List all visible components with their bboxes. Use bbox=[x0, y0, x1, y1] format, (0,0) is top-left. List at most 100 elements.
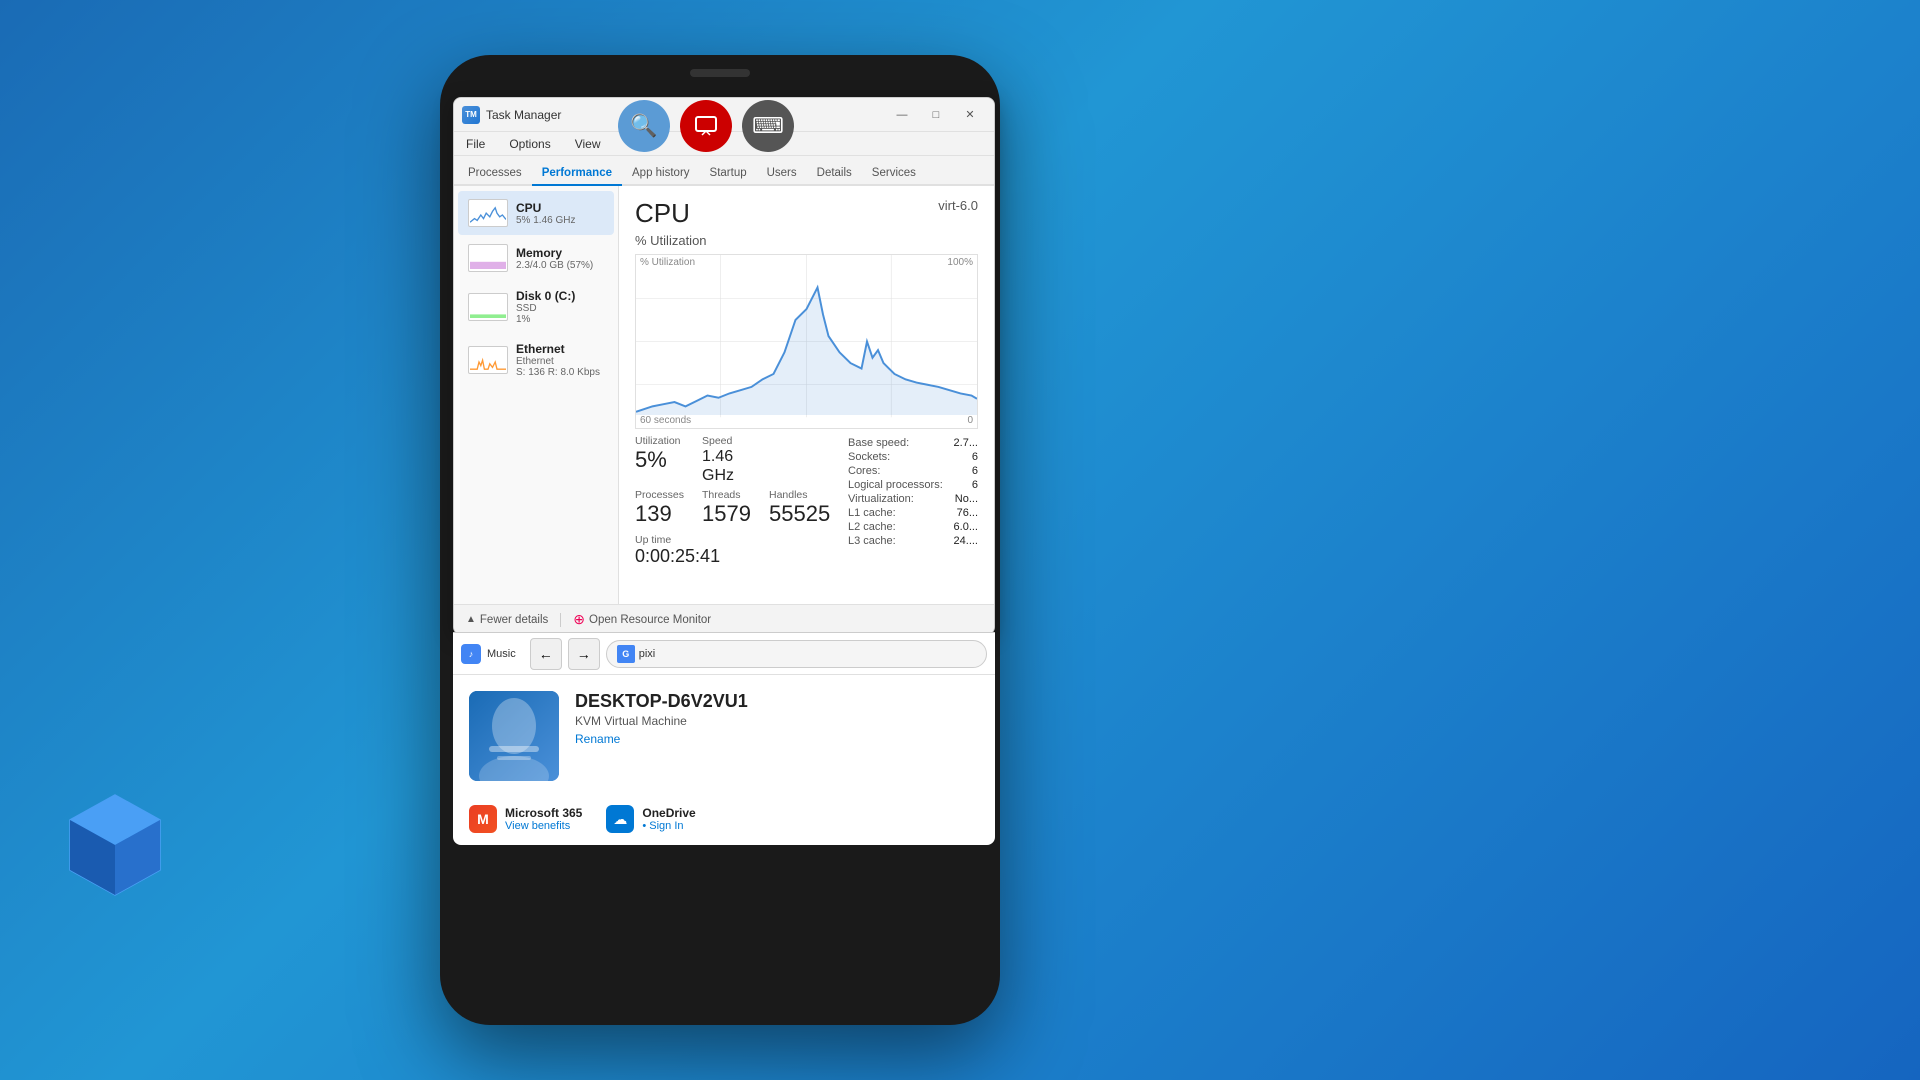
search-icon-button[interactable]: 🔍 bbox=[618, 100, 670, 152]
stats-section: Utilization 5% Speed 1.46 GHz Processes … bbox=[635, 435, 978, 567]
system-thumbnail bbox=[469, 691, 559, 781]
ethernet-detail1: Ethernet bbox=[516, 356, 604, 367]
cpu-thumbnail bbox=[468, 199, 508, 227]
menu-file[interactable]: File bbox=[462, 135, 489, 153]
resource-monitor-label: Open Resource Monitor bbox=[589, 614, 711, 626]
l1-val: 76... bbox=[957, 507, 978, 519]
sockets-key: Sockets: bbox=[848, 451, 890, 463]
memory-detail: 2.3/4.0 GB (57%) bbox=[516, 260, 604, 271]
cpu-detail: 5% 1.46 GHz bbox=[516, 215, 604, 226]
back-button[interactable]: ← bbox=[530, 638, 562, 670]
maximize-button[interactable]: □ bbox=[920, 104, 952, 126]
memory-thumbnail bbox=[468, 244, 508, 272]
ms365-name: Microsoft 365 bbox=[505, 806, 582, 820]
stat-uptime: Up time 0:00:25:41 bbox=[635, 534, 832, 567]
music-label: Music bbox=[487, 648, 516, 660]
l2-val: 6.0... bbox=[954, 521, 978, 533]
sidebar-item-cpu[interactable]: CPU 5% 1.46 GHz bbox=[458, 191, 614, 235]
processes-value: 139 bbox=[635, 501, 698, 527]
utilization-label: Utilization bbox=[635, 435, 698, 447]
tab-details[interactable]: Details bbox=[807, 162, 862, 186]
handles-label: Handles bbox=[769, 489, 832, 501]
music-app-icon: ♪ bbox=[461, 644, 481, 664]
app-icon: TM bbox=[462, 106, 480, 124]
bottom-overlay: ♪ Music ← → G pixi bbox=[453, 632, 995, 845]
threads-label: Threads bbox=[702, 489, 765, 501]
cpu-header: CPU % Utilization virt-6.0 bbox=[635, 198, 978, 248]
l3-val: 24.... bbox=[954, 535, 978, 547]
close-button[interactable]: ✕ bbox=[954, 104, 986, 126]
open-resource-monitor-button[interactable]: ⊕ Open Resource Monitor bbox=[573, 611, 711, 628]
tab-performance[interactable]: Performance bbox=[532, 162, 622, 186]
address-text: pixi bbox=[639, 648, 656, 660]
sidebar: CPU 5% 1.46 GHz Memory 2.3/4.0 GB (57%) … bbox=[454, 186, 619, 604]
utilization-value: 5% bbox=[635, 447, 698, 473]
tab-users[interactable]: Users bbox=[757, 162, 807, 186]
keyboard-icon-button[interactable]: ⌨ bbox=[742, 100, 794, 152]
handles-value: 55525 bbox=[769, 501, 832, 527]
cpu-right-info: Base speed: 2.7... Sockets: 6 Cores: 6 L… bbox=[848, 435, 978, 567]
base-speed-key: Base speed: bbox=[848, 437, 909, 449]
l2-key: L2 cache: bbox=[848, 521, 896, 533]
ms365-icon: M bbox=[469, 805, 497, 833]
address-bar[interactable]: G pixi bbox=[606, 640, 987, 668]
l3-key: L3 cache: bbox=[848, 535, 896, 547]
taskbar-strip: ♪ Music ← → G pixi bbox=[453, 633, 995, 675]
ethernet-name: Ethernet bbox=[516, 342, 604, 356]
system-rename-button[interactable]: Rename bbox=[575, 732, 979, 746]
stat-processes: Processes 139 bbox=[635, 489, 698, 527]
virt-key: Virtualization: bbox=[848, 493, 914, 505]
cores-key: Cores: bbox=[848, 465, 880, 477]
uptime-label: Up time bbox=[635, 534, 832, 546]
fewer-details-label: Fewer details bbox=[480, 614, 548, 626]
tab-app-history[interactable]: App history bbox=[622, 162, 700, 186]
toolbar-icons: 🔍 ⌨ bbox=[618, 100, 794, 152]
disk-name: Disk 0 (C:) bbox=[516, 289, 604, 303]
remote-desktop-icon-button[interactable] bbox=[680, 100, 732, 152]
system-hostname: DESKTOP-D6V2VU1 bbox=[575, 691, 979, 712]
stat-handles: Handles 55525 bbox=[769, 489, 832, 527]
onedrive-sub[interactable]: • Sign In bbox=[642, 820, 695, 832]
cpu-model: virt-6.0 bbox=[938, 198, 978, 213]
resource-monitor-icon: ⊕ bbox=[573, 611, 585, 628]
onedrive-icon: ☁ bbox=[606, 805, 634, 833]
virt-val: No... bbox=[955, 493, 978, 505]
uptime-value: 0:00:25:41 bbox=[635, 546, 832, 567]
stat-utilization: Utilization 5% bbox=[635, 435, 698, 485]
footer-separator bbox=[560, 613, 561, 627]
cpu-detail-panel: CPU % Utilization virt-6.0 % Utilization… bbox=[619, 186, 994, 604]
stat-threads: Threads 1579 bbox=[702, 489, 765, 527]
sidebar-item-memory[interactable]: Memory 2.3/4.0 GB (57%) bbox=[458, 236, 614, 280]
fewer-details-button[interactable]: ▲ Fewer details bbox=[466, 614, 548, 626]
disk-thumbnail bbox=[468, 293, 508, 321]
google-icon: G bbox=[617, 645, 635, 663]
main-content: CPU 5% 1.46 GHz Memory 2.3/4.0 GB (57%) … bbox=[454, 186, 994, 604]
logical-key: Logical processors: bbox=[848, 479, 943, 491]
chevron-up-icon: ▲ bbox=[466, 614, 476, 625]
tab-startup[interactable]: Startup bbox=[700, 162, 757, 186]
tab-services[interactable]: Services bbox=[862, 162, 926, 186]
forward-button[interactable]: → bbox=[568, 638, 600, 670]
ethernet-detail2: S: 136 R: 8.0 Kbps bbox=[516, 367, 604, 378]
system-type: KVM Virtual Machine bbox=[575, 714, 979, 728]
disk-detail2: 1% bbox=[516, 314, 604, 325]
tab-processes[interactable]: Processes bbox=[458, 162, 532, 186]
sidebar-item-ethernet[interactable]: Ethernet Ethernet S: 136 R: 8.0 Kbps bbox=[458, 334, 614, 386]
speed-label: Speed bbox=[702, 435, 765, 447]
cores-val: 6 bbox=[972, 465, 978, 477]
task-manager-window: TM Task Manager — □ ✕ File Options View … bbox=[453, 97, 995, 635]
sockets-val: 6 bbox=[972, 451, 978, 463]
menu-view[interactable]: View bbox=[571, 135, 605, 153]
tab-bar: Processes Performance App history Startu… bbox=[454, 156, 994, 186]
sidebar-item-disk[interactable]: Disk 0 (C:) SSD 1% bbox=[458, 281, 614, 333]
ms365-sub[interactable]: View benefits bbox=[505, 820, 582, 832]
cpu-title-block: CPU % Utilization bbox=[635, 198, 707, 248]
stat-speed: Speed 1.46 GHz bbox=[702, 435, 765, 485]
menu-options[interactable]: Options bbox=[505, 135, 554, 153]
cpu-name: CPU bbox=[516, 201, 604, 215]
onedrive-name: OneDrive bbox=[642, 806, 695, 820]
memory-name: Memory bbox=[516, 246, 604, 260]
minimize-button[interactable]: — bbox=[886, 104, 918, 126]
disk-detail: SSD bbox=[516, 303, 604, 314]
processes-label: Processes bbox=[635, 489, 698, 501]
